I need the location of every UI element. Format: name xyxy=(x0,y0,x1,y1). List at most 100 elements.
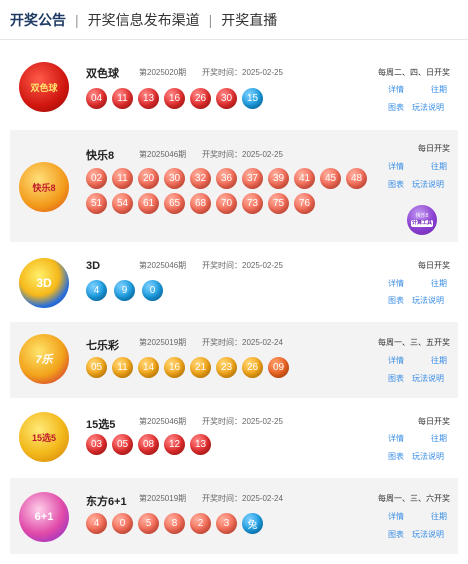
past-link[interactable]: 往期 xyxy=(431,278,447,289)
3d-logo-text: 3D xyxy=(36,276,52,290)
ssq-logo-icon: 双色球 xyxy=(19,62,69,112)
rules-link[interactable]: 玩法说明 xyxy=(412,295,444,306)
number-ball: 8 xyxy=(164,513,185,534)
number-ball: 54 xyxy=(112,193,133,214)
draw-time: 开奖时间：2025-02-24 xyxy=(202,338,283,347)
draw-time: 开奖时间：2025-02-25 xyxy=(202,261,283,270)
number-ball: 20 xyxy=(138,168,159,189)
chart-link[interactable]: 图表 xyxy=(388,529,404,540)
detail-link[interactable]: 详情 xyxy=(388,161,404,172)
number-ball: 16 xyxy=(164,88,185,109)
number-ball: 37 xyxy=(242,168,263,189)
past-link[interactable]: 往期 xyxy=(431,355,447,366)
draw-frequency: 每周二、四、日开奖 xyxy=(378,68,450,77)
number-ball: 9 xyxy=(114,280,135,301)
rules-link[interactable]: 玩法说明 xyxy=(412,529,444,540)
kl8-logo-icon: 快乐8 xyxy=(19,162,69,212)
draw-time: 开奖时间：2025-02-25 xyxy=(202,150,283,159)
kl8-calculator-button[interactable]: 快乐8 计算工具 xyxy=(407,205,437,235)
3d-logo-icon: 3D xyxy=(19,258,69,308)
draw-frequency: 每日开奖 xyxy=(418,417,450,426)
number-ball: 13 xyxy=(138,88,159,109)
lottery-panel-15x5: 15选5 15选5 第2025046期 开奖时间：2025-02-25 每日开奖… xyxy=(10,402,458,474)
chart-link[interactable]: 图表 xyxy=(388,102,404,113)
number-ball: 68 xyxy=(190,193,211,214)
rules-link[interactable]: 玩法说明 xyxy=(412,179,444,190)
number-ball: 4 xyxy=(86,513,107,534)
number-ball: 4 xyxy=(86,280,107,301)
15x5-logo-icon: 15选5 xyxy=(19,412,69,462)
detail-link[interactable]: 详情 xyxy=(388,511,404,522)
chart-link[interactable]: 图表 xyxy=(388,179,404,190)
tool-label: 计算工具 xyxy=(410,220,433,227)
number-ball: 0 xyxy=(112,513,133,534)
past-link[interactable]: 往期 xyxy=(431,161,447,172)
lottery-name: 东方6+1 xyxy=(86,496,127,508)
number-ball: 70 xyxy=(216,193,237,214)
past-link[interactable]: 往期 xyxy=(431,433,447,444)
detail-link[interactable]: 详情 xyxy=(388,433,404,444)
number-ball: 26 xyxy=(242,357,263,378)
15x5-logo-text: 15选5 xyxy=(31,432,57,443)
number-ball: 39 xyxy=(268,168,289,189)
past-link[interactable]: 往期 xyxy=(431,511,447,522)
number-ball: 03 xyxy=(86,434,107,455)
number-ball: 5 xyxy=(138,513,159,534)
draw-time: 开奖时间：2025-02-24 xyxy=(202,494,283,503)
issue-number: 第2025046期 xyxy=(139,261,187,270)
number-ball: 32 xyxy=(190,168,211,189)
chart-link[interactable]: 图表 xyxy=(388,295,404,306)
zodiac-ball: 兔 xyxy=(242,513,263,534)
tab-live-draw[interactable]: 开奖直播 xyxy=(221,10,277,30)
ball-row: 03 05 08 12 13 xyxy=(86,434,211,455)
number-ball: 3 xyxy=(216,513,237,534)
number-ball: 11 xyxy=(112,168,133,189)
rules-link[interactable]: 玩法说明 xyxy=(412,451,444,462)
number-ball: 0 xyxy=(142,280,163,301)
df61-logo-text: 6+1 xyxy=(34,511,54,523)
number-ball: 05 xyxy=(112,434,133,455)
number-ball: 48 xyxy=(346,168,367,189)
issue-number: 第2025019期 xyxy=(139,494,187,503)
past-link[interactable]: 往期 xyxy=(431,84,447,95)
draw-frequency: 每周一、三、五开奖 xyxy=(378,338,450,347)
lottery-panel-kl8: 快乐8 快乐8 第2025046期 开奖时间：2025-02-25 每日开奖 详… xyxy=(10,130,458,242)
number-ball: 45 xyxy=(320,168,341,189)
number-ball: 2 xyxy=(190,513,211,534)
lottery-panel-df61: 6+1 东方6+1 第2025019期 开奖时间：2025-02-24 每周一、… xyxy=(10,478,458,554)
lottery-panel-3d: 3D 3D 第2025046期 开奖时间：2025-02-25 每日开奖 详情 … xyxy=(10,246,458,318)
lottery-name: 七乐彩 xyxy=(86,340,119,352)
chart-link[interactable]: 图表 xyxy=(388,373,404,384)
rules-link[interactable]: 玩法说明 xyxy=(412,102,444,113)
chart-link[interactable]: 图表 xyxy=(388,451,404,462)
tab-draw-announcement[interactable]: 开奖公告 xyxy=(10,10,66,30)
special-ball: 15 xyxy=(242,88,263,109)
number-ball: 02 xyxy=(86,168,107,189)
number-ball: 75 xyxy=(268,193,289,214)
ball-row: 05 11 14 16 21 23 26 09 xyxy=(86,357,289,378)
rules-link[interactable]: 玩法说明 xyxy=(412,373,444,384)
number-ball: 14 xyxy=(138,357,159,378)
number-ball: 08 xyxy=(138,434,159,455)
lottery-name: 3D xyxy=(86,260,101,272)
lottery-panel-qlc: 7乐 七乐彩 第2025019期 开奖时间：2025-02-24 每周一、三、五… xyxy=(10,322,458,398)
number-ball: 16 xyxy=(164,357,185,378)
tool-label: 快乐8 xyxy=(415,213,429,219)
issue-number: 第2025020期 xyxy=(139,68,187,77)
ball-row: 04 11 13 16 26 30 15 xyxy=(86,88,263,109)
number-ball: 13 xyxy=(190,434,211,455)
number-ball: 12 xyxy=(164,434,185,455)
number-ball: 23 xyxy=(216,357,237,378)
kl8-logo-text: 快乐8 xyxy=(32,182,56,193)
number-ball: 11 xyxy=(112,357,133,378)
tab-release-channels[interactable]: 开奖信息发布渠道 xyxy=(88,10,200,30)
ssq-logo-text: 双色球 xyxy=(30,82,58,93)
number-ball: 04 xyxy=(86,88,107,109)
detail-link[interactable]: 详情 xyxy=(388,355,404,366)
qlc-logo-text: 7乐 xyxy=(35,354,53,366)
number-ball: 05 xyxy=(86,357,107,378)
qlc-logo-icon: 7乐 xyxy=(19,334,69,384)
detail-link[interactable]: 详情 xyxy=(388,278,404,289)
draw-frequency: 每周一、三、六开奖 xyxy=(378,494,450,503)
detail-link[interactable]: 详情 xyxy=(388,84,404,95)
